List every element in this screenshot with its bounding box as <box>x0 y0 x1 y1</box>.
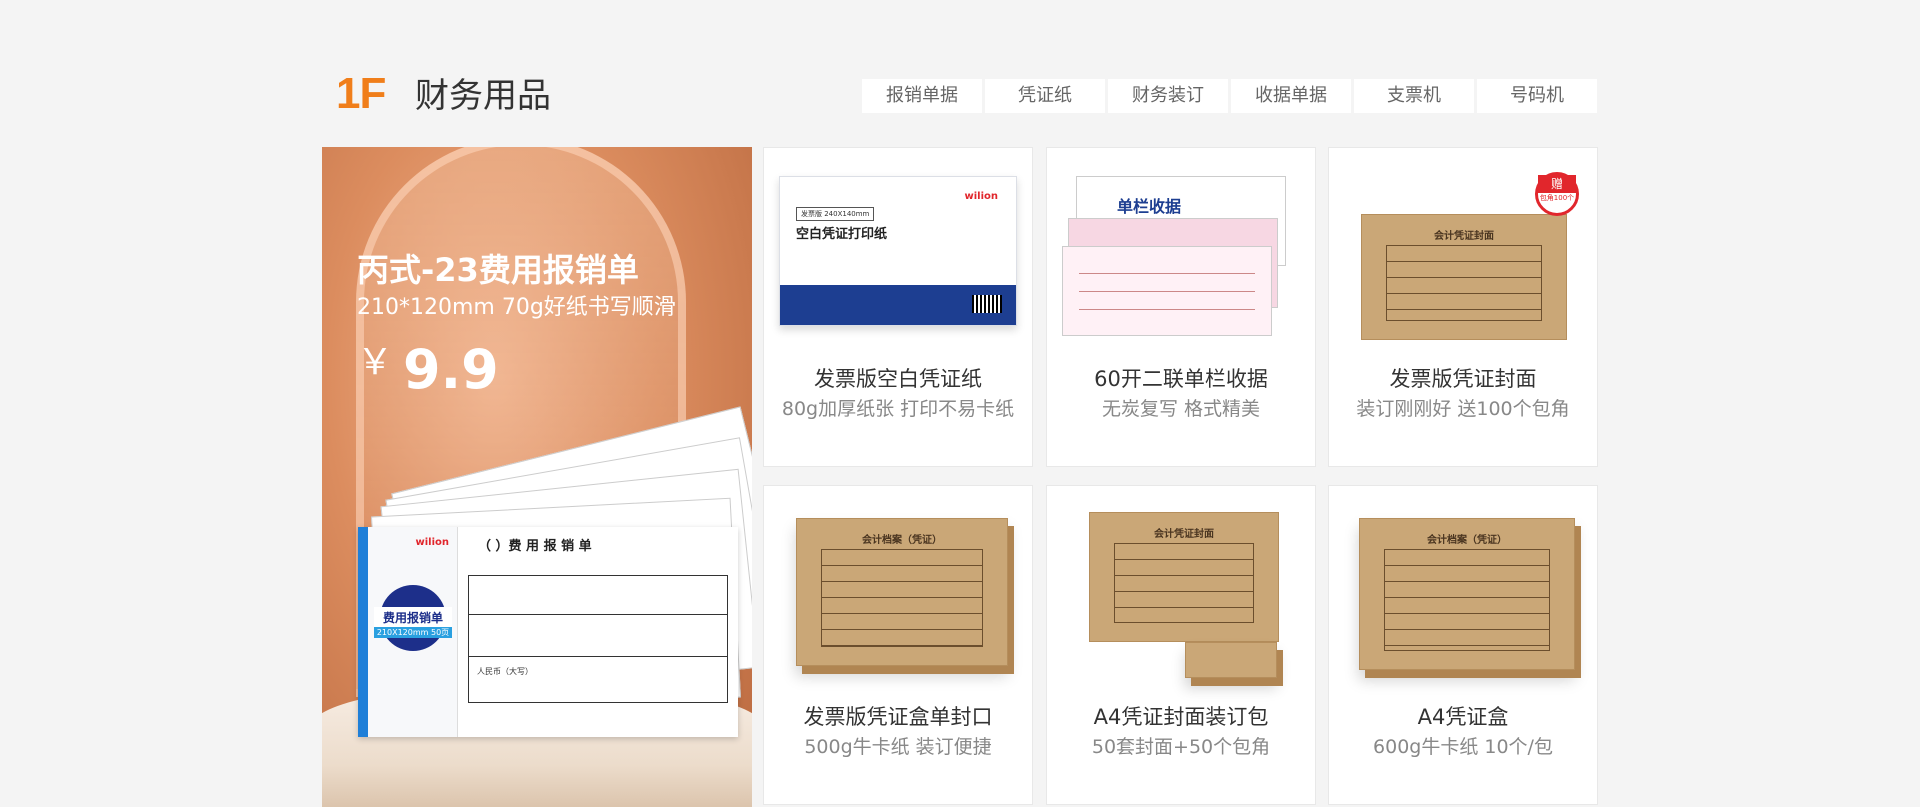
tab-reimbursement-forms[interactable]: 报销单据 <box>862 79 982 113</box>
floor-number: 1F <box>336 69 386 118</box>
form-table: 人民币（大写） <box>468 575 728 703</box>
receipt-line <box>1079 309 1255 310</box>
box-form-lines <box>1384 549 1550 651</box>
product-name[interactable]: 发票版凭证盒单封口 <box>764 701 1032 731</box>
form-body: （ ）费 用 报 销 单 人民币（大写） <box>468 535 728 727</box>
box-print-title: 会计档案（凭证） <box>862 535 942 546</box>
receipt-line <box>1079 291 1255 292</box>
currency-symbol: ￥ <box>357 342 394 383</box>
tab-numbering-machine[interactable]: 号码机 <box>1477 79 1597 113</box>
product-image: 单栏收据 <box>1062 176 1300 336</box>
product-desc: 500g牛卡纸 装订便捷 <box>804 736 992 758</box>
price-value: 9.9 <box>403 338 499 401</box>
product-desc: 50套封面+50个包角 <box>1091 736 1271 758</box>
cover-form-lines <box>1386 245 1542 321</box>
product-grid: 丙式-23费用报销单 210*120mm 70g好纸书写顺滑 ￥ 9.9 wili… <box>322 147 1598 807</box>
product-desc: 装订刚刚好 送100个包角 <box>1356 398 1570 420</box>
product-image: 会计凭证封面 <box>1089 512 1279 642</box>
cover-size: 210X120mm 50页 <box>374 627 452 638</box>
reimbursement-form-image: wilion 费用报销单 210X120mm 50页 （ ）费 用 报 销 单 … <box>340 406 752 737</box>
barcode-icon <box>972 295 1002 313</box>
receipt-title: 单栏收据 <box>1117 197 1182 216</box>
gift-note: 包角100个 <box>1539 194 1575 202</box>
gift-badge: 赠 包角100个 <box>1535 172 1579 216</box>
cover-print-title: 会计凭证封面 <box>1434 231 1494 242</box>
product-card[interactable]: 会计档案（凭证） 发票版凭证盒单封口 500g牛卡纸 装订便捷 <box>763 485 1033 805</box>
product-card[interactable]: wilion 发票版 240X140mm 空白凭证打印纸 发票版空白凭证纸 80… <box>763 147 1033 467</box>
banner-title: 丙式-23费用报销单 <box>357 251 639 289</box>
product-desc: 无炭复写 格式精美 <box>1101 398 1261 420</box>
category-tabs: 报销单据 凭证纸 财务装订 收据单据 支票机 号码机 <box>862 79 1597 113</box>
product-card[interactable]: 会计档案（凭证） A4凭证盒 600g牛卡纸 10个/包 <box>1328 485 1598 805</box>
cover-label: 费用报销单 <box>374 607 452 628</box>
product-card[interactable]: 会计凭证封面 A4凭证封面装订包 50套封面+50个包角 <box>1046 485 1316 805</box>
receipt-line <box>1079 273 1255 274</box>
brand-logo: wilion <box>415 537 449 548</box>
product-card[interactable]: 单栏收据 60开二联单栏收据 无炭复写 格式精美 <box>1046 147 1316 467</box>
form-row <box>469 614 727 615</box>
gift-label: 赠 <box>1538 175 1576 193</box>
banner-subtitle: 210*120mm 70g好纸书写顺滑 <box>357 295 676 320</box>
product-name[interactable]: 发票版凭证封面 <box>1329 363 1597 393</box>
product-name[interactable]: A4凭证封面装订包 <box>1047 701 1315 731</box>
cover-print-title: 会计凭证封面 <box>1154 529 1214 540</box>
tab-cheque-machine[interactable]: 支票机 <box>1354 79 1474 113</box>
product-image: 会计档案（凭证） <box>796 518 1008 666</box>
tab-voucher-paper[interactable]: 凭证纸 <box>985 79 1105 113</box>
form-front: wilion 费用报销单 210X120mm 50页 （ ）费 用 报 销 单 … <box>358 527 738 737</box>
cover-form-lines <box>1114 543 1254 623</box>
box-print-title: 会计档案（凭证） <box>1427 535 1507 546</box>
product-name[interactable]: 60开二联单栏收据 <box>1047 363 1315 393</box>
brand-logo: wilion <box>964 191 998 202</box>
product-name[interactable]: 发票版空白凭证纸 <box>764 363 1032 393</box>
product-image: 会计档案（凭证） <box>1359 518 1575 670</box>
floor-title: 财务用品 <box>415 76 551 116</box>
corner-pack-image <box>1185 642 1277 678</box>
promo-banner[interactable]: 丙式-23费用报销单 210*120mm 70g好纸书写顺滑 ￥ 9.9 wili… <box>322 147 752 807</box>
box-form-lines <box>821 549 983 647</box>
floor-section: 1F 财务用品 报销单据 凭证纸 财务装订 收据单据 支票机 号码机 丙式-23… <box>322 72 1598 807</box>
product-desc: 600g牛卡纸 10个/包 <box>1373 736 1553 758</box>
product-name[interactable]: A4凭证盒 <box>1329 701 1597 731</box>
floor-header: 1F 财务用品 报销单据 凭证纸 财务装订 收据单据 支票机 号码机 <box>322 72 1598 147</box>
tab-binding[interactable]: 财务装订 <box>1108 79 1228 113</box>
product-image: 会计凭证封面 <box>1361 214 1567 340</box>
product-image: wilion 发票版 240X140mm 空白凭证打印纸 <box>779 176 1017 326</box>
tab-receipts[interactable]: 收据单据 <box>1231 79 1351 113</box>
banner-price: ￥ 9.9 <box>357 333 499 401</box>
form-cover: wilion 费用报销单 210X120mm 50页 <box>368 527 458 737</box>
product-print-title: 空白凭证打印纸 <box>796 227 888 242</box>
product-card[interactable]: 会计凭证封面 赠 包角100个 发票版凭证封面 装订刚刚好 送100个包角 <box>1328 147 1598 467</box>
product-tag: 发票版 240X140mm <box>796 207 875 221</box>
form-heading: （ ）费 用 报 销 单 <box>478 539 592 554</box>
receipt-sheet-light <box>1062 246 1272 336</box>
product-desc: 80g加厚纸张 打印不易卡纸 <box>781 398 1015 420</box>
form-row <box>469 656 727 657</box>
form-amount-label: 人民币（大写） <box>477 667 533 676</box>
